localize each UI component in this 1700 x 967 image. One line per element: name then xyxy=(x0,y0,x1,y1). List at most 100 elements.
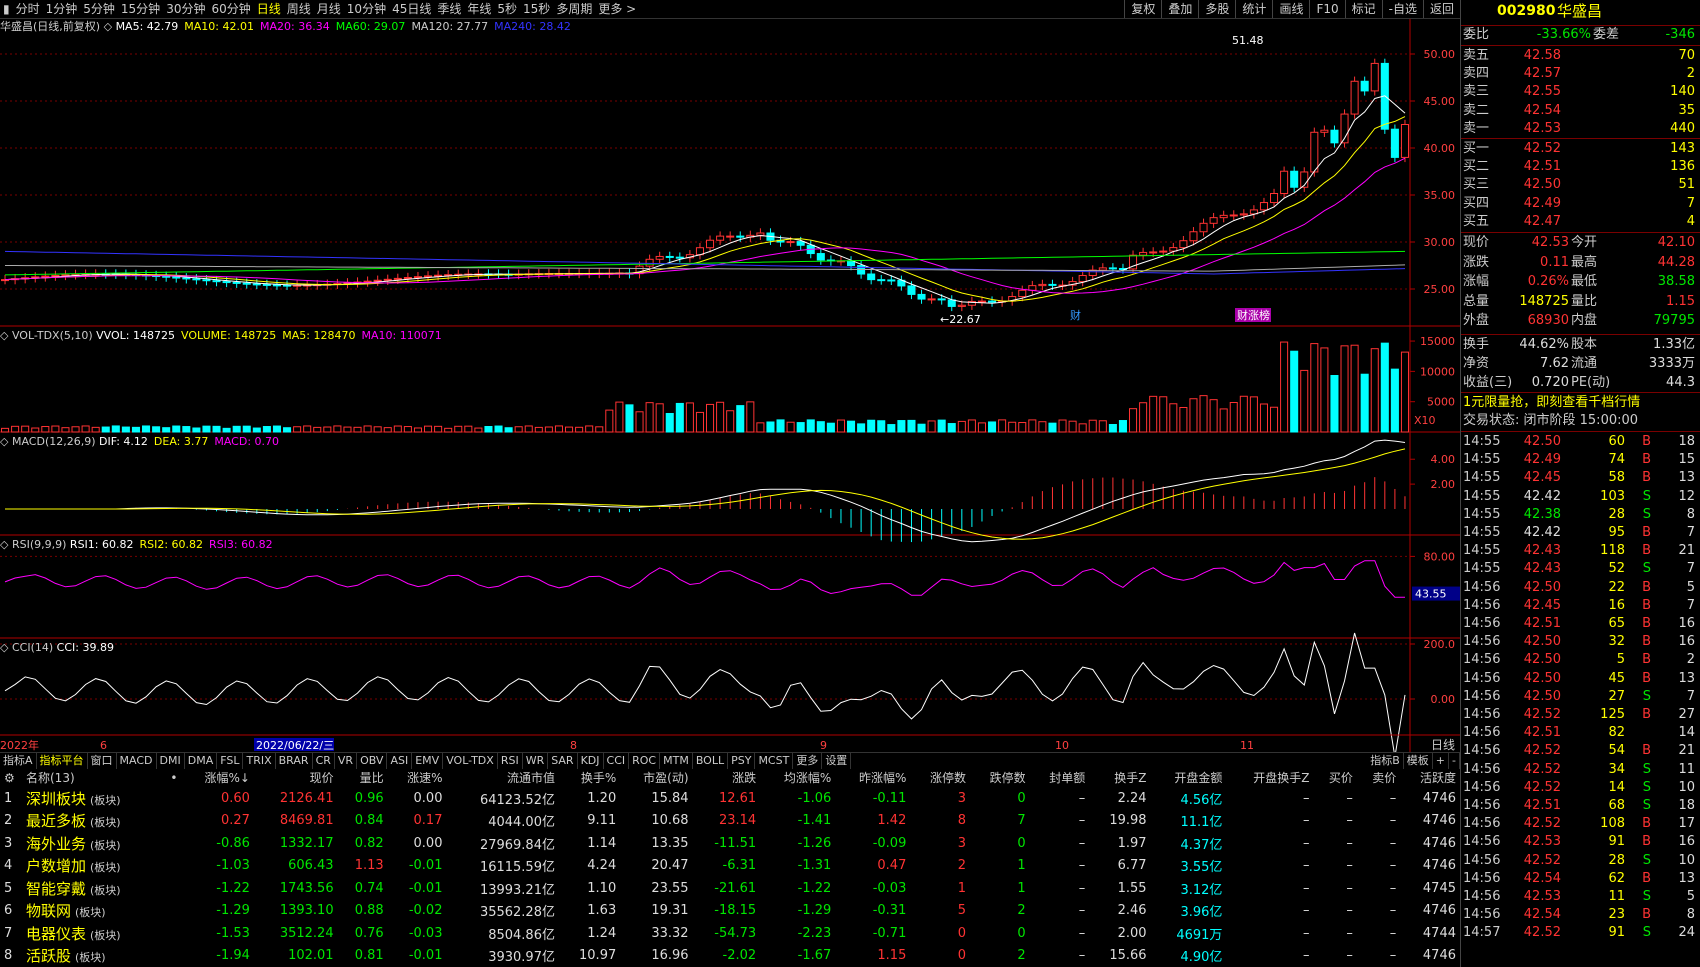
indicator-tab-13[interactable]: EMV xyxy=(412,753,444,769)
period-tab-4[interactable]: 30分钟 xyxy=(163,0,208,18)
col-header-13[interactable]: 跌停数 xyxy=(970,768,1030,787)
col-header-10[interactable]: 均涨幅% xyxy=(760,768,835,787)
indicator-tab-16[interactable]: WR xyxy=(523,753,549,769)
period-tab-1[interactable]: 1分钟 xyxy=(43,0,81,18)
period-tab-3[interactable]: 15分钟 xyxy=(118,0,163,18)
indicator-tab-5[interactable]: DMA xyxy=(185,753,218,769)
indicator-tab-19[interactable]: CCI xyxy=(604,753,630,769)
col-header-3[interactable]: 现价 xyxy=(254,768,338,787)
indicator-tab-22[interactable]: BOLL xyxy=(693,753,729,769)
toolbar-btn-0[interactable]: 复权 xyxy=(1124,0,1161,18)
indicator-tab-23[interactable]: PSY xyxy=(728,753,756,769)
indicator-tab-21[interactable]: MTM xyxy=(660,753,693,769)
col-header-12[interactable]: 涨停数 xyxy=(910,768,970,787)
indicator-tab-1[interactable]: 指标平台 xyxy=(37,753,88,769)
col-header-7[interactable]: 换手% xyxy=(559,768,620,787)
indicator-tab-9[interactable]: CR xyxy=(313,753,335,769)
bid-level[interactable]: 买四 42.49 7 xyxy=(1461,195,1700,213)
table-row[interactable]: 7 电器仪表 (板块) -1.53 3512.24 0.76 -0.03 8504.86亿 1.… xyxy=(0,922,1460,945)
period-tab-15[interactable]: 多周期 xyxy=(553,0,595,18)
tab-right-2[interactable]: + xyxy=(1433,753,1450,769)
col-header-18[interactable]: 买价 xyxy=(1313,768,1356,787)
indicator-tab-20[interactable]: ROC xyxy=(629,753,661,769)
toolbar-btn-5[interactable]: F10 xyxy=(1309,0,1344,18)
indicator-tab-14[interactable]: VOL-TDX xyxy=(443,753,498,769)
tab-right-1[interactable]: 模板 xyxy=(1404,753,1433,769)
col-header-11[interactable]: 昨涨幅% xyxy=(835,768,910,787)
bid-level[interactable]: 买二 42.51 136 xyxy=(1461,158,1700,176)
table-row[interactable]: 5 智能穿戴 (板块) -1.22 1743.56 0.74 -0.01 13993.21亿 1… xyxy=(0,877,1460,900)
col-header-2[interactable]: 涨幅%↓ xyxy=(181,768,253,787)
sector-name[interactable]: 海外业务 (板块) xyxy=(22,832,161,855)
table-row[interactable]: 2 最近多板 (板块) 0.27 8469.81 0.84 0.17 4044.00亿 9.11… xyxy=(0,810,1460,833)
period-tab-10[interactable]: 45日线 xyxy=(389,0,434,18)
indicator-tab-26[interactable]: 设置 xyxy=(822,753,852,769)
table-row[interactable]: 3 海外业务 (板块) -0.86 1332.17 0.82 0.00 27969.84亿 1.… xyxy=(0,832,1460,855)
period-tab-0[interactable]: 分时 xyxy=(13,0,43,18)
toolbar-btn-2[interactable]: 多股 xyxy=(1198,0,1235,18)
period-tab-7[interactable]: 周线 xyxy=(284,0,314,18)
col-header-6[interactable]: 流通市值 xyxy=(446,768,559,787)
indicator-tab-18[interactable]: KDJ xyxy=(578,753,604,769)
sector-name[interactable]: 智能穿戴 (板块) xyxy=(22,877,161,900)
indicator-tab-17[interactable]: SAR xyxy=(548,753,578,769)
ask-level[interactable]: 卖五 42.58 70 xyxy=(1461,47,1700,65)
ask-level[interactable]: 卖四 42.57 2 xyxy=(1461,65,1700,83)
sector-name[interactable]: 电器仪表 (板块) xyxy=(22,922,161,945)
col-header-4[interactable]: 量比 xyxy=(338,768,388,787)
period-tab-2[interactable]: 5分钟 xyxy=(80,0,118,18)
chart-area[interactable]: 50.00 45.00 40.00 35.00 30.00 25.00 51.48 ←22.6… xyxy=(0,19,1460,752)
col-header-9[interactable]: 涨跌 xyxy=(693,768,761,787)
toolbar-btn-3[interactable]: 统计 xyxy=(1235,0,1272,18)
indicator-tab-24[interactable]: MCST xyxy=(755,753,794,769)
indicator-tab-6[interactable]: FSL xyxy=(217,753,244,769)
ask-level[interactable]: 卖一 42.53 440 xyxy=(1461,120,1700,138)
period-tab-11[interactable]: 季线 xyxy=(434,0,464,18)
indicator-tab-0[interactable]: 指标A xyxy=(0,753,37,769)
sector-name[interactable]: 深圳板块 (板块) xyxy=(22,787,161,810)
col-header-14[interactable]: 封单额 xyxy=(1030,768,1090,787)
indicator-tab-7[interactable]: TRIX xyxy=(243,753,276,769)
sector-name[interactable]: 户数增加 (板块) xyxy=(22,855,161,878)
period-tab-12[interactable]: 年线 xyxy=(464,0,494,18)
promo-banner[interactable]: 1元限量抢，即刻查看千档行情 xyxy=(1461,394,1700,412)
toolbar-btn-4[interactable]: 画线 xyxy=(1272,0,1309,18)
tab-right-3[interactable]: - xyxy=(1449,753,1460,769)
ask-level[interactable]: 卖二 42.54 35 xyxy=(1461,102,1700,120)
sector-name[interactable]: 物联网 (板块) xyxy=(22,900,161,923)
table-row[interactable]: 4 户数增加 (板块) -1.03 606.43 1.13 -0.01 16115.59亿 4.… xyxy=(0,855,1460,878)
settings-icon[interactable]: ⚙ xyxy=(0,768,22,787)
indicator-tab-12[interactable]: ASI xyxy=(387,753,413,769)
table-row[interactable]: 8 活跃股 (板块) -1.94 102.01 0.81 -0.01 3930.97亿 10.9… xyxy=(0,945,1460,967)
col-header-5[interactable]: 涨速% xyxy=(388,768,447,787)
bid-level[interactable]: 买五 42.47 4 xyxy=(1461,213,1700,231)
period-tab-16[interactable]: 更多 > xyxy=(595,0,639,18)
indicator-tab-25[interactable]: 更多 xyxy=(793,753,823,769)
period-tab-6[interactable]: 日线 xyxy=(254,0,284,18)
table-row[interactable]: 1 深圳板块 (板块) 0.60 2126.41 0.96 0.00 64123.52亿 1.2… xyxy=(0,787,1460,810)
toolbar-btn-7[interactable]: -自选 xyxy=(1381,0,1423,18)
period-tab-5[interactable]: 60分钟 xyxy=(208,0,253,18)
col-header-1[interactable]: • xyxy=(161,768,181,787)
tab-right-0[interactable]: 指标B xyxy=(1367,753,1404,769)
col-header-19[interactable]: 卖价 xyxy=(1357,768,1400,787)
period-tab-14[interactable]: 15秒 xyxy=(520,0,553,18)
toolbar-btn-1[interactable]: 叠加 xyxy=(1161,0,1198,18)
indicator-tab-15[interactable]: RSI xyxy=(498,753,523,769)
col-header-0[interactable]: 名称(13) xyxy=(22,768,161,787)
indicator-tab-3[interactable]: MACD xyxy=(117,753,157,769)
period-tab-13[interactable]: 5秒 xyxy=(494,0,520,18)
col-header-8[interactable]: 市盈(动) xyxy=(620,768,692,787)
ask-level[interactable]: 卖三 42.55 140 xyxy=(1461,83,1700,101)
col-header-15[interactable]: 换手Z xyxy=(1089,768,1150,787)
col-header-17[interactable]: 开盘换手Z xyxy=(1226,768,1313,787)
table-row[interactable]: 6 物联网 (板块) -1.29 1393.10 0.88 -0.02 35562.28亿 1.… xyxy=(0,900,1460,923)
bid-level[interactable]: 买三 42.50 51 xyxy=(1461,176,1700,194)
menu-icon[interactable]: ▮ xyxy=(0,0,13,18)
indicator-tab-10[interactable]: VR xyxy=(335,753,358,769)
toolbar-btn-6[interactable]: 标记 xyxy=(1344,0,1382,18)
indicator-tab-11[interactable]: OBV xyxy=(357,753,388,769)
indicator-tab-8[interactable]: BRAR xyxy=(276,753,313,769)
sector-name[interactable]: 活跃股 (板块) xyxy=(22,945,161,967)
toolbar-btn-8[interactable]: 返回 xyxy=(1422,0,1460,18)
